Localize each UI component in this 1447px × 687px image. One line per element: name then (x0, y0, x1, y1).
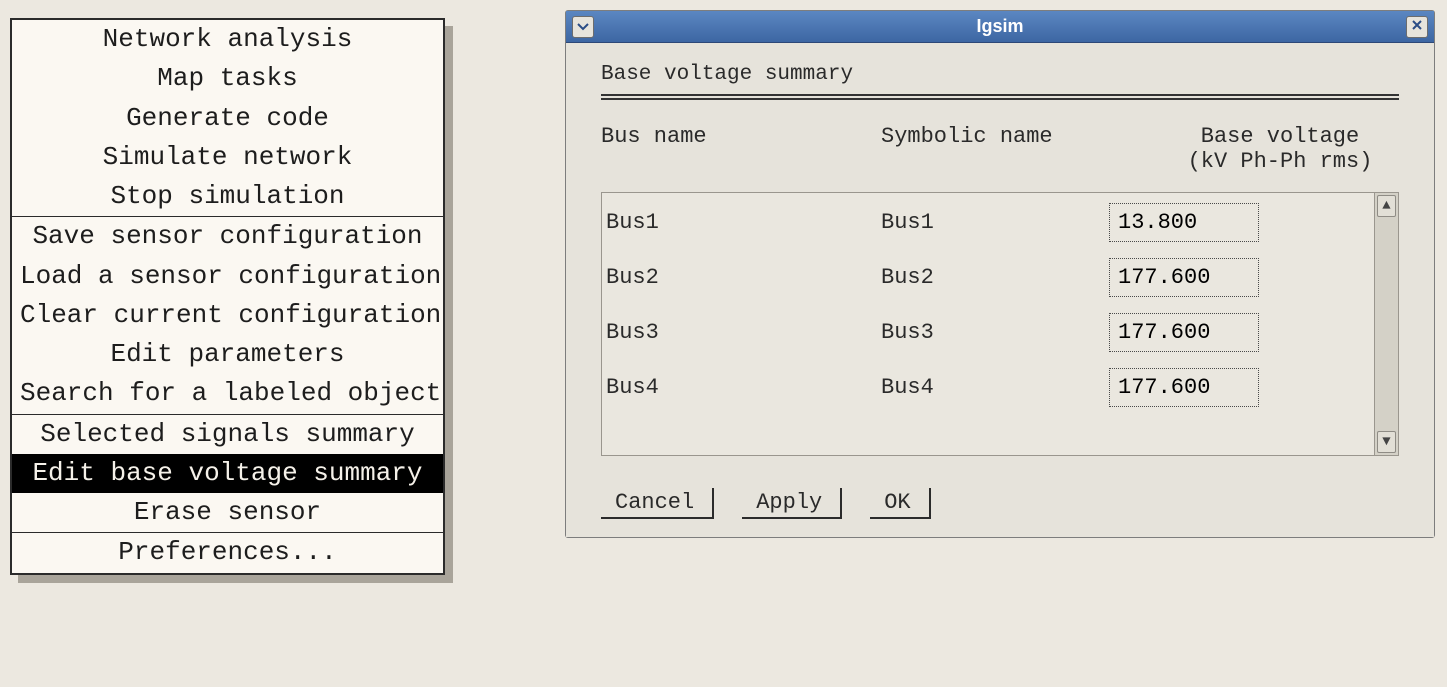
menu-item-simulate-network[interactable]: Simulate network (12, 138, 443, 177)
cell-bus-name: Bus2 (606, 265, 881, 290)
menu-item-network-analysis[interactable]: Network analysis (12, 20, 443, 59)
menu-item-search-labeled-object[interactable]: Search for a labeled object (12, 374, 443, 413)
scroll-down-button[interactable]: ▼ (1377, 431, 1396, 453)
cell-voltage (1109, 313, 1374, 352)
cell-symbolic-name: Bus3 (881, 320, 1109, 345)
menu-item-stop-simulation[interactable]: Stop simulation (12, 177, 443, 216)
menu-item-save-sensor-config[interactable]: Save sensor configuration (12, 217, 443, 256)
menu-group: Preferences... (12, 533, 443, 572)
menu-item-edit-base-voltage[interactable]: Edit base voltage summary (12, 454, 443, 493)
menu-item-generate-code[interactable]: Generate code (12, 99, 443, 138)
table-row: Bus3 Bus3 (602, 305, 1374, 360)
column-header-base-voltage-l2: (kV Ph-Ph rms) (1188, 149, 1373, 174)
apply-button[interactable]: Apply (742, 488, 842, 519)
menu-item-preferences[interactable]: Preferences... (12, 533, 443, 572)
title-bar[interactable]: Igsim (566, 11, 1434, 43)
column-header-symbolic-name: Symbolic name (881, 124, 1161, 174)
cell-bus-name: Bus1 (606, 210, 881, 235)
voltage-input[interactable] (1109, 313, 1259, 352)
minimize-button[interactable] (572, 16, 594, 38)
menu-item-load-sensor-config[interactable]: Load a sensor configuration (12, 257, 443, 296)
cell-bus-name: Bus4 (606, 375, 881, 400)
arrow-up-icon: ▲ (1382, 198, 1390, 214)
column-headers: Bus name Symbolic name Base voltage (kV … (601, 124, 1399, 174)
window-title: Igsim (566, 16, 1434, 37)
cell-bus-name: Bus3 (606, 320, 881, 345)
ok-button[interactable]: OK (870, 488, 930, 519)
table-row: Bus2 Bus2 (602, 250, 1374, 305)
menu-item-clear-config[interactable]: Clear current configuration (12, 296, 443, 335)
list-rows: Bus1 Bus1 Bus2 Bus2 Bus3 Bus3 (602, 193, 1374, 455)
cancel-button[interactable]: Cancel (601, 488, 714, 519)
cell-symbolic-name: Bus2 (881, 265, 1109, 290)
context-menu: Network analysis Map tasks Generate code… (10, 18, 445, 575)
dialog-window: Igsim Base voltage summary Bus name Symb… (565, 10, 1435, 538)
cell-symbolic-name: Bus4 (881, 375, 1109, 400)
cell-voltage (1109, 368, 1374, 407)
menu-item-erase-sensor[interactable]: Erase sensor (12, 493, 443, 532)
section-title: Base voltage summary (601, 63, 1399, 86)
scrollbar[interactable]: ▲ ▼ (1374, 193, 1398, 455)
column-header-base-voltage: Base voltage (kV Ph-Ph rms) (1161, 124, 1399, 174)
dialog-buttons: Cancel Apply OK (601, 488, 1399, 519)
menu-item-edit-parameters[interactable]: Edit parameters (12, 335, 443, 374)
menu-item-map-tasks[interactable]: Map tasks (12, 59, 443, 98)
cell-voltage (1109, 203, 1374, 242)
cell-voltage (1109, 258, 1374, 297)
scroll-up-button[interactable]: ▲ (1377, 195, 1396, 217)
close-button[interactable] (1406, 16, 1428, 38)
menu-group: Selected signals summary Edit base volta… (12, 415, 443, 534)
chevron-down-icon (577, 18, 589, 36)
dialog-body: Base voltage summary Bus name Symbolic n… (566, 43, 1434, 537)
menu-group: Save sensor configuration Load a sensor … (12, 217, 443, 414)
voltage-input[interactable] (1109, 203, 1259, 242)
list-frame: Bus1 Bus1 Bus2 Bus2 Bus3 Bus3 (601, 192, 1399, 456)
close-icon (1411, 18, 1423, 36)
voltage-input[interactable] (1109, 258, 1259, 297)
table-row: Bus1 Bus1 (602, 195, 1374, 250)
section-divider (601, 94, 1399, 100)
table-row: Bus4 Bus4 (602, 360, 1374, 415)
menu-item-selected-signals[interactable]: Selected signals summary (12, 415, 443, 454)
column-header-bus-name: Bus name (601, 124, 881, 174)
voltage-input[interactable] (1109, 368, 1259, 407)
cell-symbolic-name: Bus1 (881, 210, 1109, 235)
menu-group: Network analysis Map tasks Generate code… (12, 20, 443, 217)
arrow-down-icon: ▼ (1382, 434, 1390, 450)
column-header-base-voltage-l1: Base voltage (1201, 124, 1359, 149)
